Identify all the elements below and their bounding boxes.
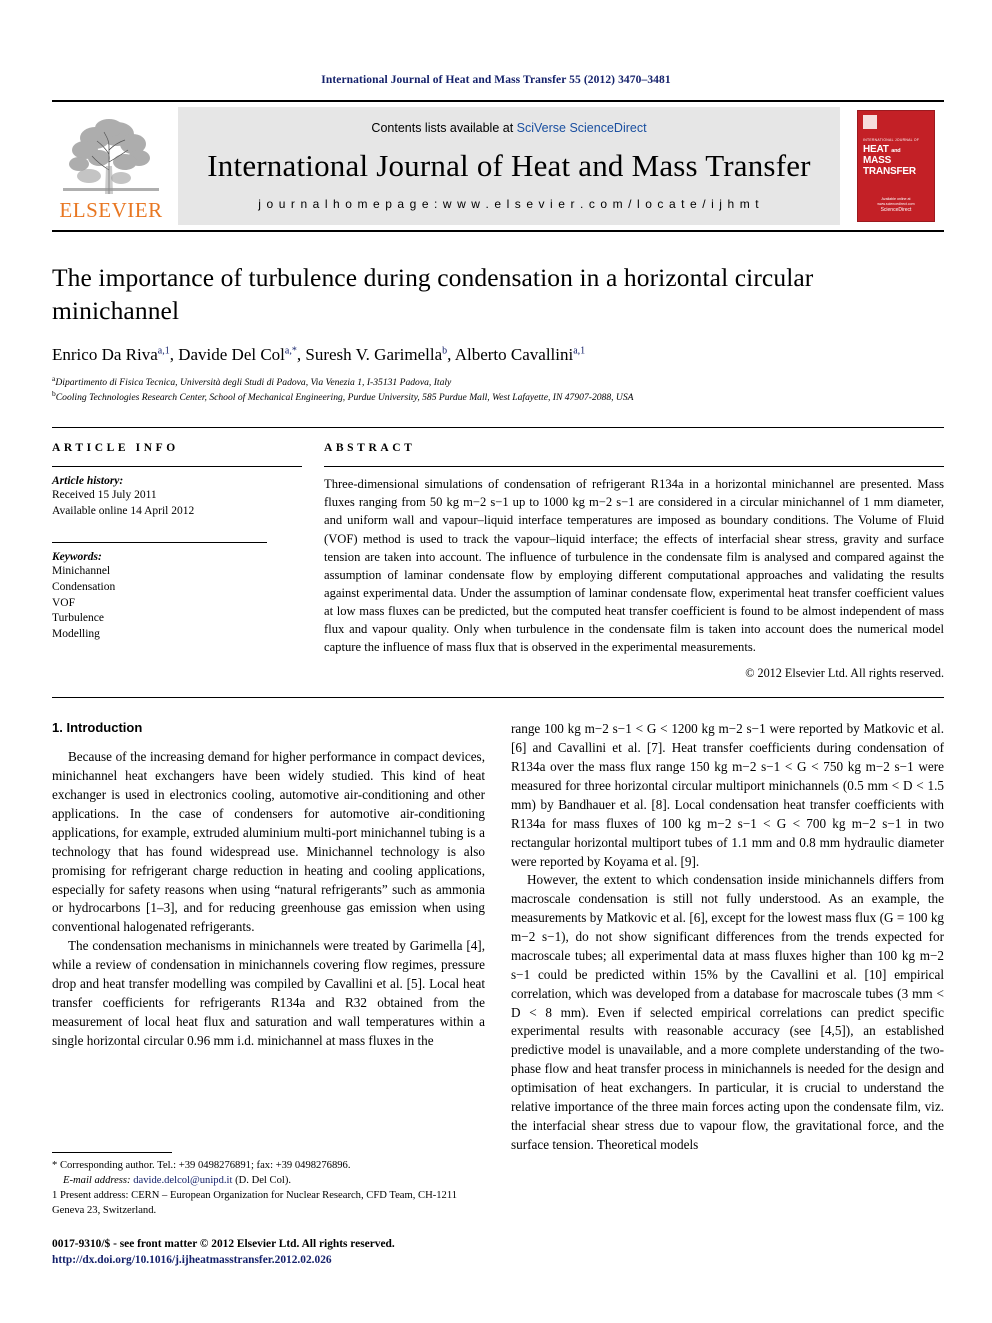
email-label: E-mail address: bbox=[63, 1175, 131, 1187]
article-info-heading: ARTICLE INFO bbox=[52, 442, 179, 455]
article-info-column: ARTICLE INFO Article history: Received 1… bbox=[52, 442, 302, 681]
affiliation-text: Dipartimento di Fisica Tecnica, Universi… bbox=[55, 377, 452, 389]
doi-link[interactable]: http://dx.doi.org/10.1016/j.ijheatmasstr… bbox=[52, 1252, 552, 1268]
contents-available-line: Contents lists available at SciVerse Sci… bbox=[371, 121, 646, 135]
paragraph: range 100 kg m−2 s−1 < G < 1200 kg m−2 s… bbox=[511, 721, 944, 869]
footer-block: 0017-9310/$ - see front matter © 2012 El… bbox=[52, 1236, 552, 1268]
divider bbox=[52, 541, 267, 543]
cover-footer: Available online at www.sciencedirect.co… bbox=[863, 197, 929, 214]
abstract-text: Three-dimensional simulations of condens… bbox=[324, 477, 944, 655]
journal-masthead: ELSEVIER Contents lists available at Sci… bbox=[52, 100, 944, 232]
footnotes-block: * Corresponding author. Tel.: +39 049827… bbox=[52, 1152, 466, 1218]
author-affil-marker: a,* bbox=[284, 345, 297, 357]
footnote-present-address: 1 Present address: CERN – European Organ… bbox=[52, 1190, 458, 1217]
article-history-label: Article history: bbox=[52, 475, 124, 488]
elsevier-logo: ELSEVIER bbox=[52, 107, 170, 225]
author-name: Davide Del Col bbox=[178, 345, 285, 365]
keywords-label: Keywords: bbox=[52, 550, 102, 563]
section-title-introduction: 1. Introduction bbox=[52, 720, 143, 736]
journal-homepage[interactable]: j o u r n a l h o m e p a g e : w w w . … bbox=[258, 197, 759, 211]
keyword-item: VOF bbox=[52, 596, 76, 609]
paragraph: Because of the increasing demand for hig… bbox=[52, 749, 485, 935]
footnote-divider bbox=[52, 1152, 172, 1153]
author-item: Alberto Cavallinia,1 bbox=[455, 345, 585, 364]
author-item: Davide Del Cola,* bbox=[178, 345, 297, 364]
paragraph: However, the extent to which condensatio… bbox=[511, 872, 944, 1152]
cover-footer-big: ScienceDirect bbox=[880, 207, 912, 213]
footnote-corresponding-author: * Corresponding author. Tel.: +39 049827… bbox=[52, 1160, 351, 1171]
keyword-item: Turbulence bbox=[52, 612, 104, 625]
author-affil-marker: a,1 bbox=[573, 345, 586, 357]
journal-cover-thumbnail: INTERNATIONAL JOURNAL OF HEAT and MASS T… bbox=[848, 107, 944, 225]
cover-footer-small: Available online at www.sciencedirect.co… bbox=[877, 196, 915, 206]
divider bbox=[324, 466, 944, 468]
issn-copyright-line: 0017-9310/$ - see front matter © 2012 El… bbox=[52, 1238, 395, 1250]
divider bbox=[52, 466, 302, 468]
elsevier-tree-icon bbox=[59, 110, 163, 198]
info-abstract-band: ARTICLE INFO Article history: Received 1… bbox=[52, 427, 944, 699]
keyword-item: Minichannel bbox=[52, 564, 111, 577]
email-link[interactable]: davide.delcol@unipd.it bbox=[133, 1175, 232, 1186]
cover-title-transfer: TRANSFER bbox=[863, 166, 916, 177]
footnote-email-line: E-mail address: davide.delcol@unipd.it (… bbox=[52, 1173, 466, 1188]
author-name: Alberto Cavallini bbox=[454, 345, 574, 365]
paper-title: The importance of turbulence during cond… bbox=[52, 263, 814, 325]
affiliation-item: aDipartimento di Fisica Tecnica, Univers… bbox=[52, 375, 944, 390]
keywords-block: Keywords: Minichannel Condensation VOF T… bbox=[52, 541, 302, 643]
author-name: Suresh V. Garimella bbox=[305, 345, 443, 365]
affiliation-item: bCooling Technologies Research Center, S… bbox=[52, 390, 944, 405]
abstract-copyright: © 2012 Elsevier Ltd. All rights reserved… bbox=[745, 666, 944, 681]
article-history-received: Received 15 July 2011 bbox=[52, 489, 157, 502]
title-block: The importance of turbulence during cond… bbox=[52, 262, 944, 405]
affiliation-list: aDipartimento di Fisica Tecnica, Univers… bbox=[52, 375, 944, 405]
cover-title: HEAT and MASS TRANSFER bbox=[863, 144, 930, 177]
keyword-item: Condensation bbox=[52, 580, 116, 593]
author-name: Enrico Da Riva bbox=[52, 345, 158, 365]
body-columns: 1. Introduction Because of the increasin… bbox=[52, 720, 944, 1154]
cover-subtitle: INTERNATIONAL JOURNAL OF bbox=[863, 138, 920, 142]
author-list: Enrico Da Rivaa,1, Davide Del Cola,*, Su… bbox=[52, 345, 586, 365]
contents-band: Contents lists available at SciVerse Sci… bbox=[178, 107, 840, 225]
author-affil-marker: a,1 bbox=[157, 345, 170, 357]
author-affil-marker: b bbox=[442, 345, 448, 357]
keyword-item: Modelling bbox=[52, 628, 100, 641]
abstract-heading: ABSTRACT bbox=[324, 442, 416, 455]
paragraph: The condensation mechanisms in minichann… bbox=[52, 938, 485, 1048]
cover-elsevier-icon bbox=[863, 115, 877, 129]
sciencedirect-link[interactable]: SciVerse ScienceDirect bbox=[517, 121, 647, 135]
article-history-online: Available online 14 April 2012 bbox=[52, 505, 195, 518]
author-item: Enrico Da Rivaa,1 bbox=[52, 345, 170, 364]
cover-title-heat: HEAT bbox=[863, 144, 889, 155]
affiliation-text: Cooling Technologies Research Center, Sc… bbox=[55, 392, 634, 404]
author-item: Suresh V. Garimellab bbox=[305, 345, 447, 364]
cover-title-and: and bbox=[891, 148, 901, 154]
body-column-left: 1. Introduction Because of the increasin… bbox=[52, 720, 485, 1154]
cover-title-mass: MASS bbox=[863, 155, 892, 166]
paper-page: International Journal of Heat and Mass T… bbox=[0, 0, 992, 1323]
email-owner: (D. Del Col). bbox=[235, 1175, 291, 1187]
body-column-right: range 100 kg m−2 s−1 < G < 1200 kg m−2 s… bbox=[511, 720, 944, 1154]
contents-prefix: Contents lists available at bbox=[371, 121, 517, 135]
journal-title: International Journal of Heat and Mass T… bbox=[207, 147, 811, 183]
abstract-column: ABSTRACT Three-dimensional simulations o… bbox=[324, 442, 944, 681]
running-head: International Journal of Heat and Mass T… bbox=[321, 74, 671, 86]
elsevier-wordmark: ELSEVIER bbox=[59, 198, 163, 222]
